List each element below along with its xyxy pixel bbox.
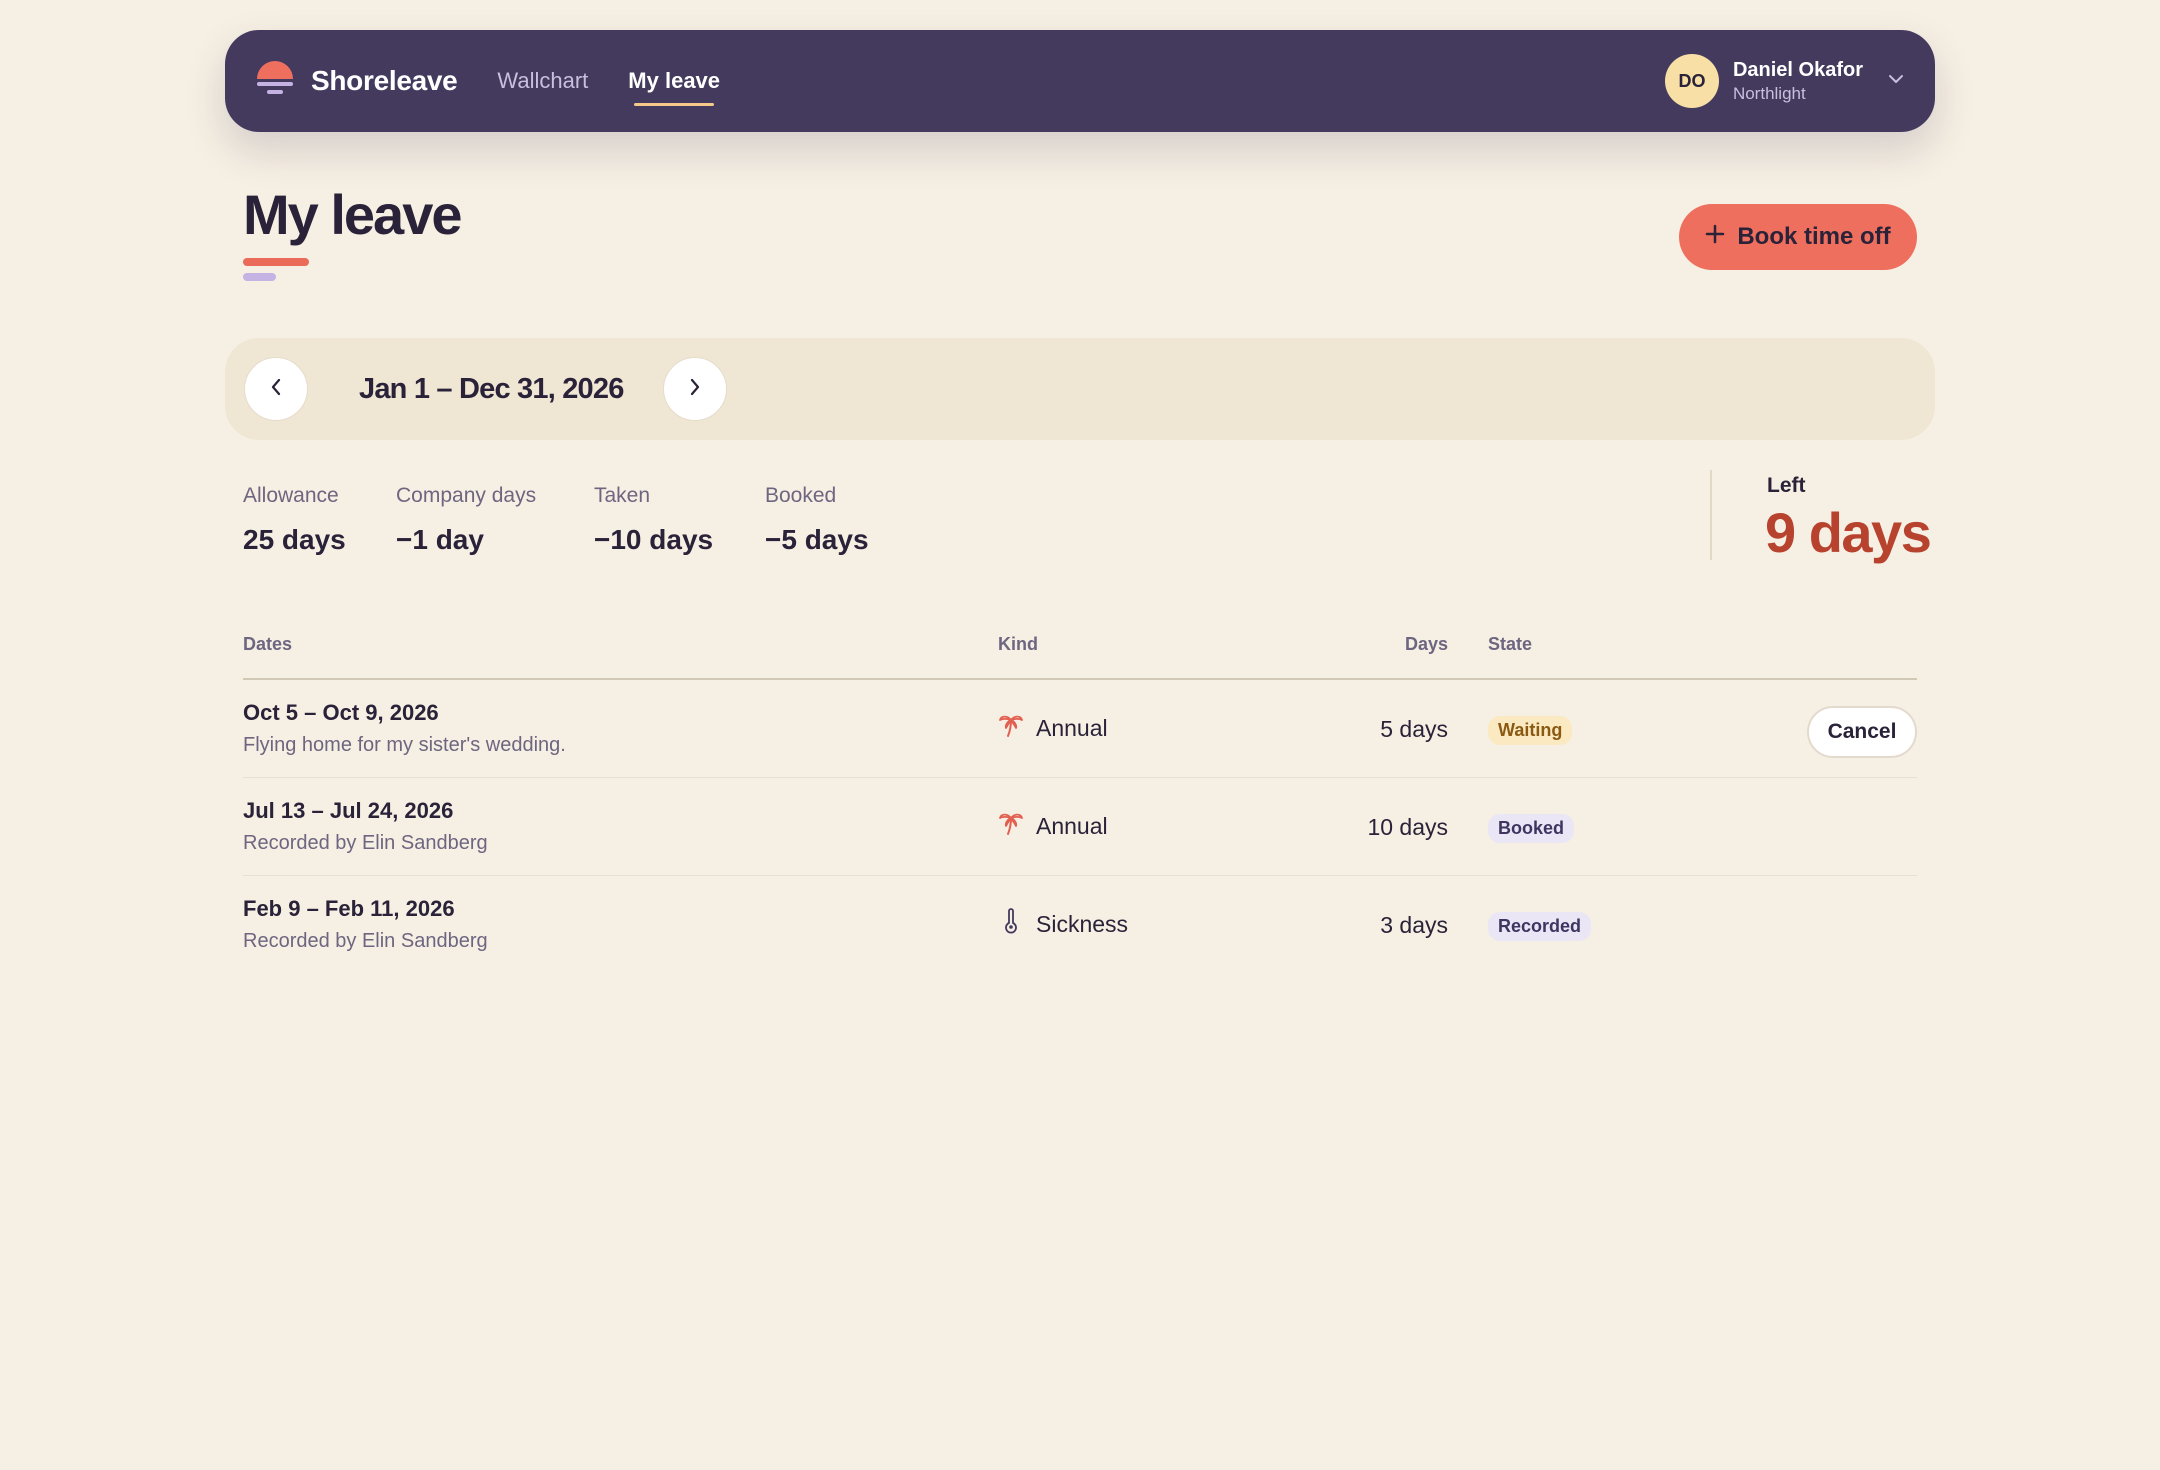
user-menu[interactable]: DO Daniel Okafor Northlight <box>1664 54 1905 108</box>
chevron-right-icon <box>688 377 702 402</box>
stat-label: Taken <box>594 484 651 507</box>
table-row: Feb 9 – Feb 11, 2026 Recorded by Elin Sa… <box>243 876 1917 974</box>
main-nav: Wallchart My leave <box>497 62 720 106</box>
brand[interactable]: Shoreleave <box>255 60 458 102</box>
state-cell: Booked <box>1488 814 1575 843</box>
stat-value: −10 days <box>594 524 714 555</box>
nav-wallchart[interactable]: Wallchart <box>497 62 588 100</box>
top-bar: Shoreleave Wallchart My leave DO Daniel … <box>225 30 1935 132</box>
title-accent-bar <box>243 258 309 266</box>
nav-my-leave[interactable]: My leave <box>628 62 720 106</box>
date-range: Jul 13 – Jul 24, 2026 <box>243 798 454 823</box>
days-left-value: 9 days <box>1765 501 1932 564</box>
previous-period-button[interactable] <box>244 357 308 421</box>
avatar: DO <box>1664 54 1719 108</box>
stat-label: Company days <box>396 484 537 507</box>
dates-cell: Feb 9 – Feb 11, 2026 Recorded by Elin Sa… <box>243 896 488 953</box>
title-accent-bar-secondary <box>243 273 276 281</box>
sunset-logo-icon <box>255 60 295 102</box>
days-left-label: Left <box>1767 474 1806 497</box>
book-time-off-label: Book time off <box>1737 223 1891 250</box>
status-badge: Booked <box>1488 814 1575 843</box>
brand-name: Shoreleave <box>311 65 458 96</box>
state-cell: Waiting <box>1488 716 1573 745</box>
dates-cell: Oct 5 – Oct 9, 2026 Flying home for my s… <box>243 700 566 757</box>
days-cell: 3 days <box>1380 912 1448 938</box>
status-badge: Recorded <box>1488 912 1592 941</box>
chevron-down-icon <box>1887 72 1905 90</box>
book-time-off-button[interactable]: Book time off <box>1679 204 1917 270</box>
leave-note: Flying home for my sister's wedding. <box>243 734 566 756</box>
chevron-left-icon <box>269 377 283 402</box>
header-days: Days <box>1404 634 1448 654</box>
status-badge: Waiting <box>1488 716 1573 745</box>
cancel-leave-button[interactable]: Cancel <box>1807 706 1917 758</box>
stat-taken: Taken −10 days <box>594 484 713 556</box>
stat-booked: Booked −5 days <box>765 484 869 556</box>
header-state: State <box>1488 634 1533 654</box>
palm-tree-icon <box>998 712 1024 744</box>
table-row: Jul 13 – Jul 24, 2026 Recorded by Elin S… <box>243 778 1917 876</box>
table-row: Oct 5 – Oct 9, 2026 Flying home for my s… <box>243 680 1917 778</box>
kind-label: Annual <box>1036 714 1108 741</box>
header-kind: Kind <box>998 634 1038 654</box>
kind-cell: Annual <box>998 810 1108 842</box>
plus-icon <box>1705 223 1725 251</box>
period-label: Jan 1 – Dec 31, 2026 <box>359 373 624 405</box>
user-org: Northlight <box>1732 83 1806 103</box>
stat-label: Booked <box>765 484 837 507</box>
days-cell: 10 days <box>1367 814 1448 840</box>
stat-label: Allowance <box>243 484 339 507</box>
leave-table: Dates Kind Days State Oct 5 – Oct 9, 202… <box>243 620 1917 974</box>
next-period-button[interactable] <box>663 357 727 421</box>
kind-cell: Annual <box>998 712 1108 744</box>
stat-allowance: Allowance 25 days <box>243 484 346 556</box>
period-selector: Jan 1 – Dec 31, 2026 <box>225 338 1935 440</box>
days-cell: 5 days <box>1380 716 1448 742</box>
kind-label: Sickness <box>1036 910 1129 937</box>
stat-company-days: Company days −1 day <box>396 484 536 556</box>
kind-cell: Sickness <box>998 908 1128 940</box>
page-title: My leave <box>243 183 462 246</box>
dates-cell: Jul 13 – Jul 24, 2026 Recorded by Elin S… <box>243 798 488 855</box>
leave-note: Recorded by Elin Sandberg <box>243 930 488 952</box>
app-root: Shoreleave Wallchart My leave DO Daniel … <box>0 0 2160 1470</box>
user-info: Daniel Okafor Northlight <box>1733 59 1863 104</box>
date-range: Oct 5 – Oct 9, 2026 <box>243 700 439 725</box>
leave-note: Recorded by Elin Sandberg <box>243 832 488 854</box>
table-header: Dates Kind Days State <box>243 620 1917 680</box>
stat-value: 25 days <box>243 524 346 555</box>
palm-tree-icon <box>998 810 1024 842</box>
header-dates: Dates <box>243 634 293 654</box>
state-cell: Recorded <box>1488 912 1592 941</box>
stats-divider <box>1710 470 1712 560</box>
thermometer-icon <box>998 908 1024 940</box>
stat-value: −1 day <box>396 524 484 555</box>
stat-value: −5 days <box>765 524 869 555</box>
kind-label: Annual <box>1036 812 1108 839</box>
user-name: Daniel Okafor <box>1732 58 1863 81</box>
date-range: Feb 9 – Feb 11, 2026 <box>243 896 455 921</box>
